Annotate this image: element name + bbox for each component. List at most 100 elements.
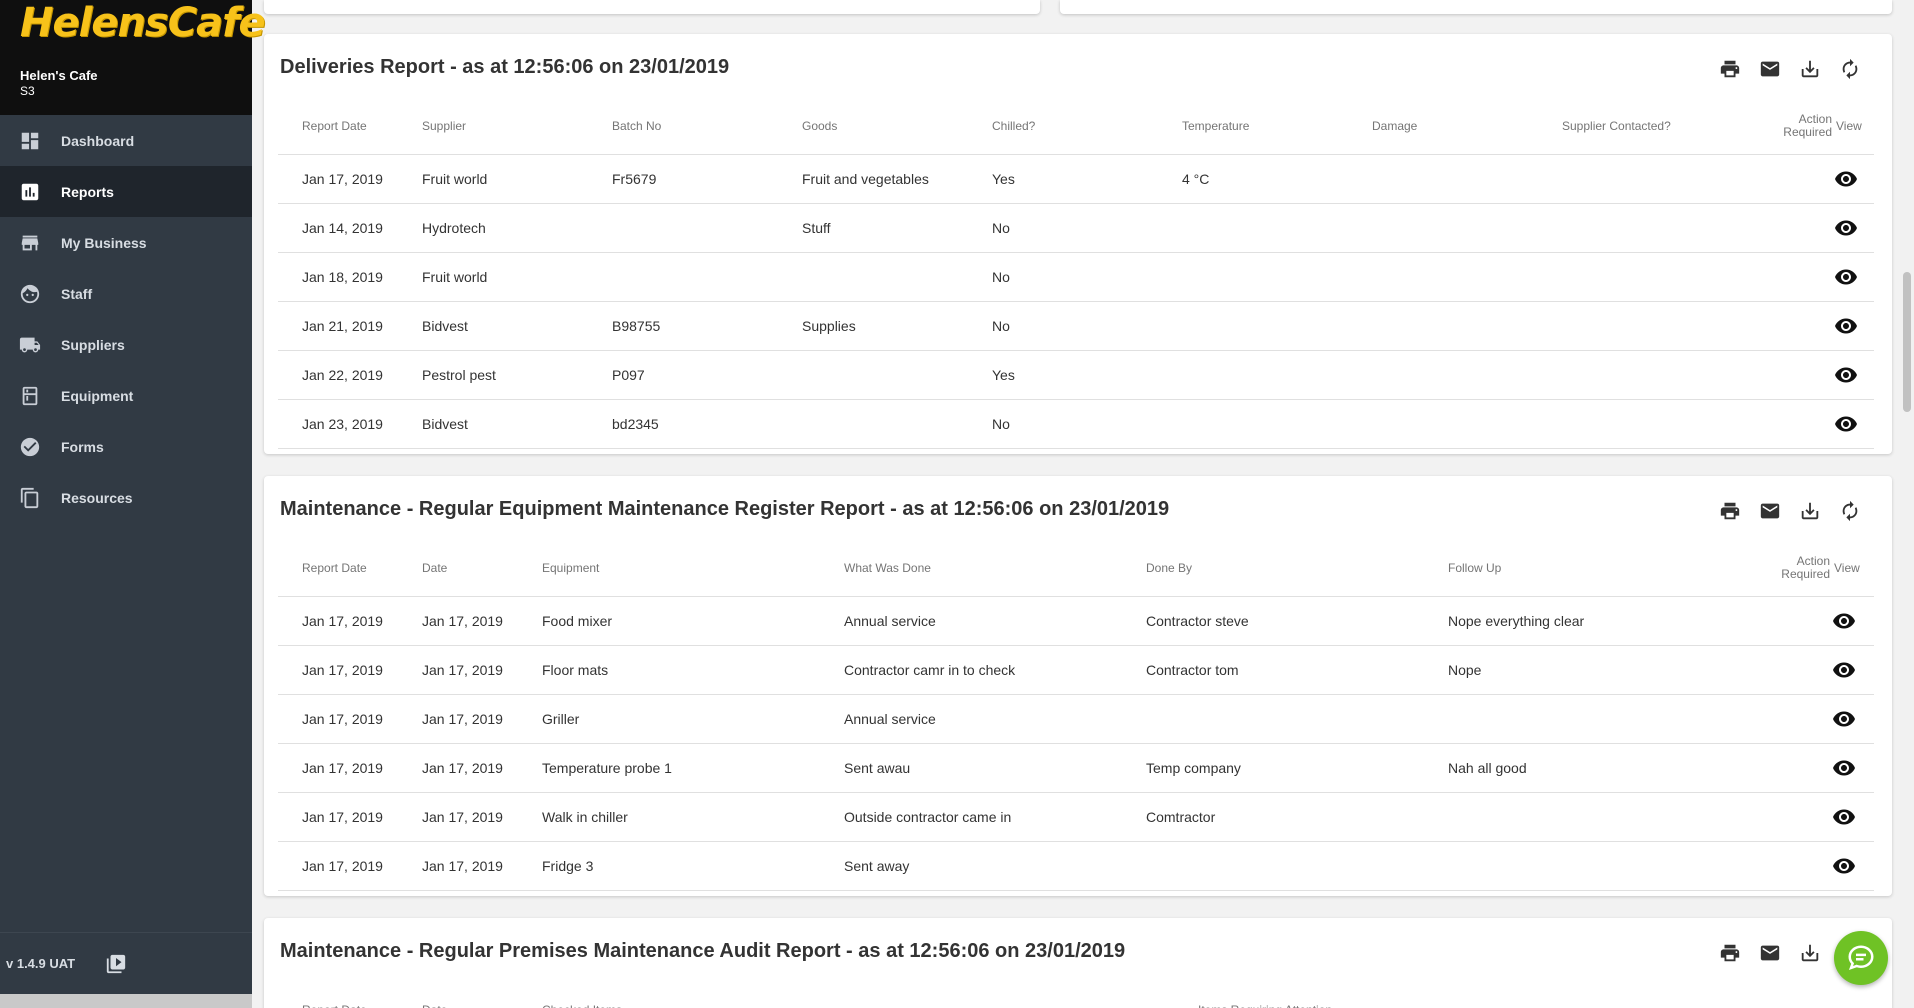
view-button[interactable] (1832, 645, 1874, 695)
table-cell (1348, 350, 1538, 400)
column-header[interactable]: What Was Done (820, 540, 1122, 597)
email-button[interactable] (1750, 498, 1790, 524)
column-header[interactable]: Equipment (518, 540, 820, 597)
column-header-action-required[interactable]: Action Required (1728, 98, 1834, 155)
table-cell (1726, 645, 1832, 695)
table-row[interactable]: Jan 17, 2019 Jan 17, 2019 Temperature pr… (278, 743, 1874, 793)
column-header[interactable]: Batch No (588, 98, 778, 155)
email-button[interactable] (1750, 56, 1790, 82)
column-header-action-required[interactable]: Action Required (1726, 540, 1832, 597)
eye-icon (1835, 416, 1857, 431)
view-button[interactable] (1832, 596, 1874, 646)
mail-icon (1760, 945, 1780, 961)
print-button[interactable] (1710, 56, 1750, 82)
email-button[interactable] (1750, 940, 1790, 966)
view-button[interactable] (1832, 743, 1874, 793)
column-header[interactable]: Date (398, 982, 518, 1008)
view-button[interactable] (1834, 350, 1874, 400)
view-button[interactable] (1832, 841, 1874, 891)
table-cell: Jan 17, 2019 (278, 743, 398, 793)
app-logo[interactable]: HelensCafe (20, 0, 266, 46)
table-cell: Jan 14, 2019 (278, 203, 398, 253)
column-header[interactable]: Date (398, 540, 518, 597)
page-scrollbar[interactable] (1900, 0, 1914, 1008)
table-cell: Contractor tom (1122, 645, 1424, 695)
view-button[interactable] (1832, 792, 1874, 842)
table-cell: Jan 21, 2019 (278, 301, 398, 351)
sidebar-item-staff[interactable]: Staff (0, 268, 252, 319)
table-row[interactable]: Jan 18, 2019 Fruit world No (278, 252, 1874, 302)
view-button[interactable] (1834, 154, 1874, 204)
table-cell: Temp company (1122, 743, 1424, 793)
column-header[interactable]: Done By (1122, 540, 1424, 597)
table-cell: Comtractor (1122, 792, 1424, 842)
table-row[interactable]: Jan 22, 2019 Pestrol pest P097 Yes (278, 350, 1874, 400)
view-button[interactable] (1834, 399, 1874, 449)
sidebar-item-reports[interactable]: Reports (0, 166, 252, 217)
table-cell (1158, 301, 1348, 351)
column-header[interactable]: Report Date (278, 98, 398, 155)
column-header[interactable]: Follow Up (1424, 540, 1726, 597)
column-header[interactable]: Goods (778, 98, 968, 155)
column-header[interactable]: Report Date (278, 982, 398, 1008)
download-button[interactable] (1790, 498, 1830, 524)
chat-button[interactable] (1834, 931, 1888, 985)
table-cell: Floor mats (518, 645, 820, 695)
table-cell (1348, 399, 1538, 449)
table-cell: Jan 17, 2019 (398, 792, 518, 842)
print-icon (1720, 944, 1740, 962)
view-button[interactable] (1832, 694, 1874, 744)
column-header[interactable]: Supplier Contacted? (1538, 98, 1728, 155)
sidebar-item-resources[interactable]: Resources (0, 472, 252, 523)
table-row[interactable]: Jan 14, 2019 Hydrotech Stuff No (278, 203, 1874, 253)
column-header[interactable]: Checked Items (518, 982, 1174, 1008)
mail-icon (1760, 61, 1780, 77)
table-row[interactable]: Jan 17, 2019 Jan 17, 2019 Fridge 3 Sent … (278, 841, 1874, 891)
previous-card-right (1060, 0, 1892, 14)
column-header[interactable]: Damage (1348, 98, 1538, 155)
print-button[interactable] (1710, 940, 1750, 966)
table-cell (1122, 694, 1424, 744)
table-cell: Nope (1424, 645, 1726, 695)
table-cell: Fruit and vegetables (778, 154, 968, 204)
table-cell: Annual service (820, 596, 1122, 646)
table-row[interactable]: Jan 17, 2019 Jan 17, 2019 Griller Annual… (278, 694, 1874, 744)
table-cell: 4 °C (1158, 154, 1348, 204)
table-row[interactable]: Jan 17, 2019 Fruit world Fr5679 Fruit an… (278, 154, 1874, 204)
sidebar-item-forms[interactable]: Forms (0, 421, 252, 472)
column-header[interactable]: Report Date (278, 540, 398, 597)
table-cell: No (968, 252, 1158, 302)
column-header[interactable]: Temperature (1158, 98, 1348, 155)
view-button[interactable] (1834, 301, 1874, 351)
table-cell: Nope everything clear (1424, 596, 1726, 646)
table-row[interactable]: Jan 21, 2019 Bidvest B98755 Supplies No (278, 301, 1874, 351)
print-button[interactable] (1710, 498, 1750, 524)
column-header-view: View (1832, 540, 1874, 597)
sidebar-item-equipment[interactable]: Equipment (0, 370, 252, 421)
table-row[interactable]: Jan 17, 2019 Jan 17, 2019 Food mixer Ann… (278, 596, 1874, 646)
column-header[interactable]: Supplier (398, 98, 588, 155)
sidebar-item-my-business[interactable]: My Business (0, 217, 252, 268)
video-library-icon[interactable] (105, 953, 127, 975)
view-button[interactable] (1834, 203, 1874, 253)
deliveries-report-card: Deliveries Report - as at 12:56:06 on 23… (264, 34, 1892, 454)
view-button[interactable] (1834, 252, 1874, 302)
download-button[interactable] (1790, 56, 1830, 82)
refresh-button[interactable] (1830, 498, 1870, 524)
download-button[interactable] (1790, 940, 1830, 966)
refresh-button[interactable] (1830, 56, 1870, 82)
table-cell (1728, 301, 1834, 351)
table-row[interactable]: Jan 17, 2019 Jan 17, 2019 Walk in chille… (278, 792, 1874, 842)
table-cell: Bidvest (398, 399, 588, 449)
scrollbar-thumb[interactable] (1903, 272, 1911, 412)
sidebar-item-dashboard[interactable]: Dashboard (0, 115, 252, 166)
table-cell (1726, 792, 1832, 842)
column-header[interactable]: Items Requiring Attention (1174, 982, 1874, 1008)
table-cell (778, 399, 968, 449)
table-row[interactable]: Jan 17, 2019 Jan 17, 2019 Floor mats Con… (278, 645, 1874, 695)
column-header[interactable]: Chilled? (968, 98, 1158, 155)
table-cell (588, 252, 778, 302)
table-row[interactable]: Jan 23, 2019 Bidvest bd2345 No (278, 399, 1874, 449)
sidebar-item-suppliers[interactable]: Suppliers (0, 319, 252, 370)
deliveries-table: Report Date Supplier Batch No Goods Chil… (278, 98, 1874, 449)
